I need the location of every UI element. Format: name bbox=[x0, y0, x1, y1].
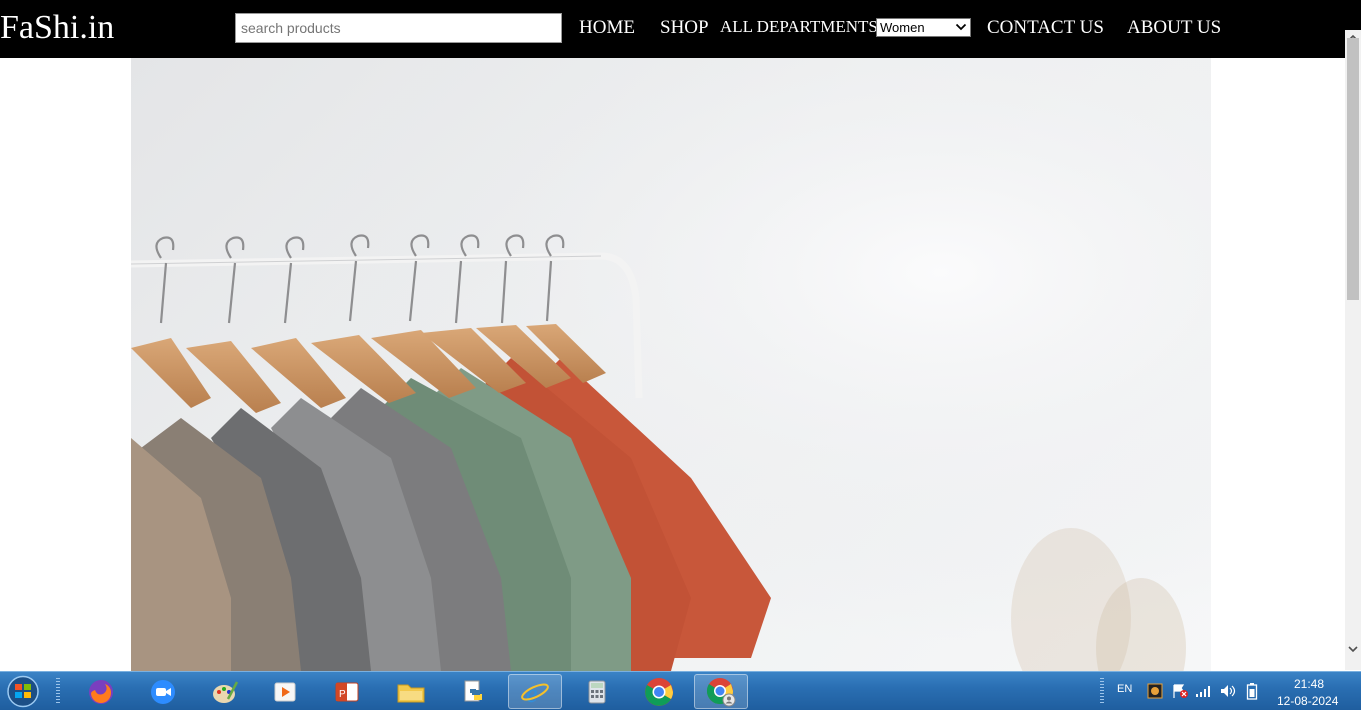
calculator-taskbar-button[interactable] bbox=[570, 674, 624, 709]
scrollbar-corner bbox=[1345, 0, 1361, 30]
svg-text:P: P bbox=[339, 689, 346, 700]
language-indicator[interactable]: EN bbox=[1117, 683, 1132, 695]
clock-date[interactable]: 12-08-2024 bbox=[1277, 694, 1338, 708]
battery-icon[interactable] bbox=[1246, 683, 1258, 700]
department-select[interactable]: Women bbox=[876, 18, 971, 37]
tray-grip bbox=[1100, 678, 1104, 705]
media-player-taskbar-button[interactable] bbox=[258, 674, 312, 709]
hero-image bbox=[131, 58, 1211, 671]
powerpoint-icon: P bbox=[335, 682, 359, 701]
chrome-profile-icon bbox=[706, 677, 736, 706]
powerpoint-taskbar-button[interactable]: P bbox=[320, 674, 374, 709]
internet-explorer-taskbar-button[interactable]: e bbox=[508, 674, 562, 709]
page-scrollbar[interactable] bbox=[1345, 30, 1361, 670]
volume-icon[interactable] bbox=[1219, 683, 1237, 699]
nav-about-us[interactable]: ABOUT US bbox=[1127, 17, 1221, 39]
svg-text:e: e bbox=[526, 679, 538, 707]
file-explorer-icon bbox=[397, 684, 425, 702]
nav-home[interactable]: HOME bbox=[579, 17, 635, 39]
paint-taskbar-button[interactable] bbox=[198, 674, 252, 709]
department-selected-value: Women bbox=[880, 20, 925, 35]
network-signal-icon[interactable] bbox=[1195, 684, 1211, 698]
internet-explorer-icon: e bbox=[521, 679, 549, 707]
clock-time[interactable]: 21:48 bbox=[1294, 677, 1324, 691]
taskbar-grip bbox=[56, 678, 60, 705]
paint-icon bbox=[213, 680, 239, 703]
chrome-taskbar-button[interactable] bbox=[632, 674, 686, 709]
scroll-down-icon[interactable] bbox=[1345, 641, 1361, 657]
action-center-flag-icon[interactable] bbox=[1171, 683, 1189, 699]
search-input[interactable] bbox=[235, 13, 562, 43]
firefox-icon bbox=[89, 679, 113, 704]
security-shield-icon[interactable] bbox=[1147, 683, 1163, 699]
nav-shop[interactable]: SHOP bbox=[660, 17, 709, 39]
start-orb-icon[interactable] bbox=[3, 674, 43, 709]
firefox-taskbar-button[interactable] bbox=[74, 674, 128, 709]
chrome-icon bbox=[645, 677, 673, 706]
taskbar: P e EN 21:48 12-08-2024 bbox=[0, 671, 1361, 710]
python-icon bbox=[464, 680, 482, 701]
file-explorer-taskbar-button[interactable] bbox=[384, 674, 438, 709]
python-taskbar-button[interactable] bbox=[446, 674, 500, 709]
nav-contact-us[interactable]: CONTACT US bbox=[987, 17, 1104, 39]
site-header: FaShi.in HOME SHOP ALL DEPARTMENTS Women… bbox=[0, 0, 1345, 58]
chrome-profile-taskbar-button[interactable] bbox=[694, 674, 748, 709]
chevron-down-icon bbox=[955, 23, 967, 31]
zoom-icon bbox=[151, 679, 175, 704]
zoom-taskbar-button[interactable] bbox=[136, 674, 190, 709]
media-player-icon bbox=[274, 682, 296, 701]
scroll-thumb[interactable] bbox=[1347, 38, 1359, 300]
site-logo[interactable]: FaShi.in bbox=[0, 8, 114, 48]
calculator-icon bbox=[588, 680, 606, 703]
clothes-rack-illustration bbox=[131, 58, 1211, 671]
departments-label: ALL DEPARTMENTS bbox=[720, 17, 878, 36]
